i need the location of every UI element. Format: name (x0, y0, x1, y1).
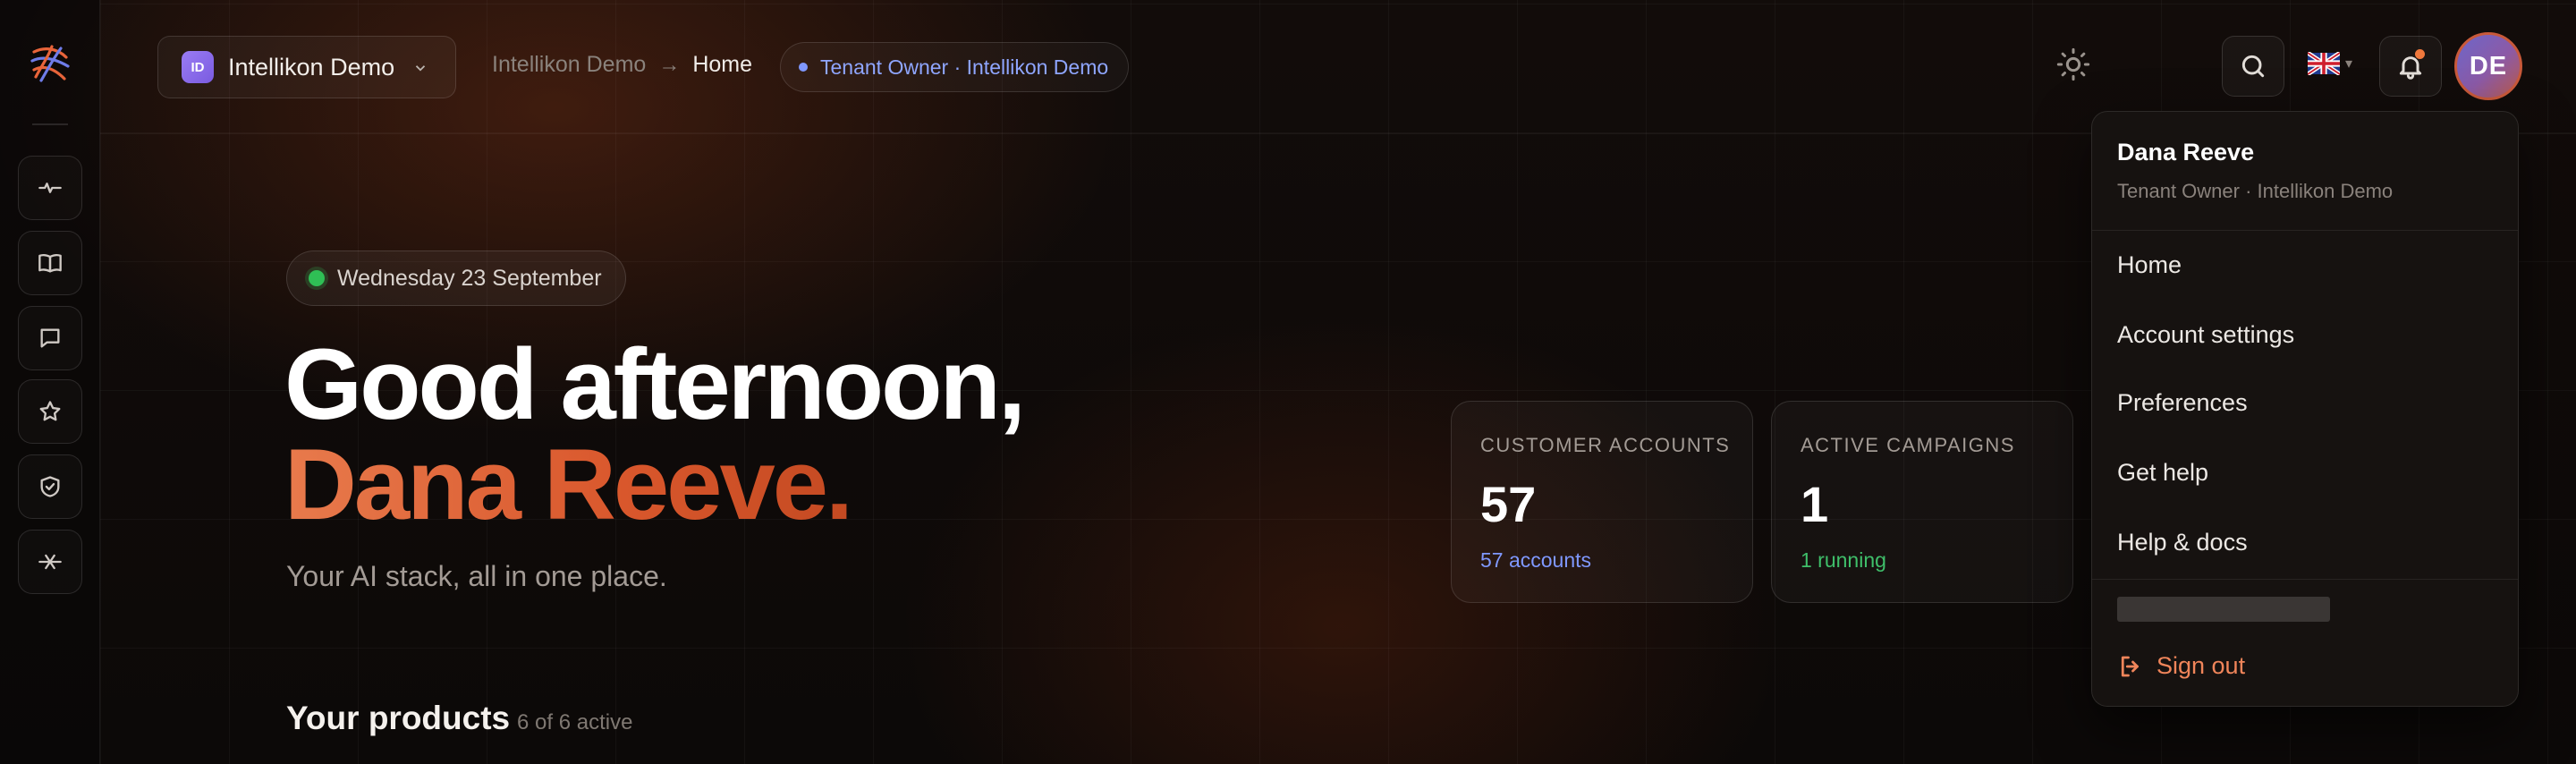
language-selector[interactable]: ▾ (2308, 52, 2352, 75)
sidebar-item-activity[interactable] (18, 156, 82, 220)
stat-card-customer-accounts[interactable]: CUSTOMER ACCOUNTS 57 57 accounts (1451, 401, 1753, 603)
sidebar-item-library[interactable] (18, 231, 82, 295)
sign-out-button[interactable]: Sign out (2117, 652, 2245, 680)
stat-card-active-campaigns[interactable]: ACTIVE CAMPAIGNS 1 1 running (1771, 401, 2073, 603)
date-label: Wednesday 23 September (337, 265, 602, 291)
sidebar-item-integrations[interactable] (18, 530, 82, 594)
stat-label: CUSTOMER ACCOUNTS (1480, 434, 1731, 456)
chevron-down-icon (415, 65, 426, 72)
sign-out-label: Sign out (2157, 652, 2246, 679)
menu-divider (2092, 230, 2518, 231)
breadcrumb-parent[interactable]: Intellikon Demo (492, 52, 646, 78)
breadcrumb-current: Home (692, 52, 752, 77)
greeting-user-name: Dana Reeve. (284, 429, 853, 540)
user-menu-role: Tenant Owner · Intellikon Demo (2117, 180, 2394, 202)
products-active-count: 6 of 6 active (517, 710, 633, 734)
products-section-title: Your products (286, 700, 511, 736)
chat-icon (40, 328, 60, 348)
tenant-name: Intellikon Demo (228, 53, 395, 81)
arrow-right-icon: → (658, 52, 681, 77)
menu-item-help-docs[interactable]: Help & docs (2117, 529, 2248, 556)
stat-value: 1 (1801, 476, 1829, 532)
sign-out-icon (2121, 656, 2139, 676)
hero-tagline: Your AI stack, all in one place. (286, 560, 667, 592)
sun-theme-toggle-icon[interactable] (2055, 47, 2091, 82)
notification-dot (2415, 49, 2425, 59)
role-badge: Tenant Owner · Intellikon Demo (780, 42, 1130, 92)
connector-icon (38, 554, 62, 570)
stat-subtext: 1 running (1801, 548, 1886, 572)
sidebar (0, 0, 100, 764)
menu-item-account-settings[interactable]: Account settings (2117, 321, 2294, 349)
brand-logo-icon[interactable] (25, 39, 75, 89)
menu-item-home[interactable]: Home (2117, 251, 2182, 279)
menu-divider (2092, 579, 2518, 580)
menu-item-placeholder (2117, 597, 2330, 622)
date-badge: Wednesday 23 September (286, 250, 626, 306)
sidebar-item-chat[interactable] (18, 306, 82, 370)
notifications-button[interactable] (2379, 36, 2442, 97)
stat-label: ACTIVE CAMPAIGNS (1801, 434, 2015, 456)
book-icon (38, 253, 62, 273)
role-dot-icon (799, 63, 808, 72)
tenant-switcher[interactable]: ID Intellikon Demo (157, 36, 456, 98)
tenant-badge: ID (182, 51, 214, 83)
star-icon (39, 401, 61, 421)
search-button[interactable] (2222, 36, 2284, 97)
role-badge-label: Tenant Owner · Intellikon Demo (820, 55, 1109, 79)
activity-icon (38, 183, 62, 193)
sidebar-divider (32, 123, 68, 125)
live-status-dot (309, 270, 325, 286)
search-icon (2241, 55, 2265, 78)
shield-check-icon (40, 476, 60, 497)
breadcrumb: Intellikon Demo → Home (492, 52, 752, 78)
user-avatar[interactable]: DE (2454, 32, 2522, 100)
caret-down-icon: ▾ (2345, 56, 2353, 72)
sidebar-item-favorites[interactable] (18, 379, 82, 444)
uk-flag-icon (2308, 52, 2340, 75)
user-menu-dropdown: Dana Reeve Tenant Owner · Intellikon Dem… (2091, 111, 2519, 707)
sidebar-item-security[interactable] (18, 454, 82, 519)
stat-subtext: 57 accounts (1480, 548, 1592, 572)
menu-item-preferences[interactable]: Preferences (2117, 389, 2248, 417)
greeting-heading: Good afternoon, (284, 328, 1026, 440)
menu-item-get-help[interactable]: Get help (2117, 459, 2208, 487)
stat-value: 57 (1480, 476, 1537, 532)
user-menu-name: Dana Reeve (2117, 139, 2255, 166)
